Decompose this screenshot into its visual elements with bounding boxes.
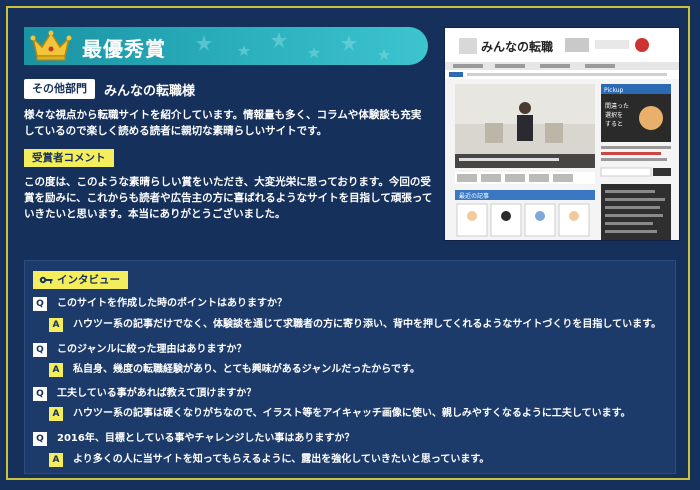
site-screenshot[interactable]: 最近の記事 Pickup 間違った 選択を すると みんなの転職 [444,27,680,241]
award-title: 最優秀賞 [82,37,166,61]
site-name: みんなの転職様 [104,84,196,99]
answer-3: A ハウツー系の記事は硬くなりがちなので、イラスト等をアイキャッチ画像に使い、親し… [49,406,631,423]
interview-badge: インタビュー [33,271,128,289]
q-mark: Q [33,297,47,311]
comment-badge: 受賞者コメント [24,149,114,167]
question-1: Q このサイトを作成した時のポイントはありますか？ [33,296,287,313]
star-decoration-icon [196,32,390,60]
question-4: Q 2016年、目標としている事やチャレンジしたい事はありますか？ [33,431,354,448]
answer-2: A 私自身、幾度の転職経験があり、とても興味があるジャンルだったからです。 [49,362,420,379]
interview-label: インタビュー [57,274,120,286]
a-mark: A [49,407,63,421]
question-3: Q 工夫している事があれば教えて頂けますか？ [33,386,256,403]
svg-text:すると: すると [605,121,623,128]
crown-icon [30,30,72,61]
category-badge: その他部門 [24,79,95,99]
winner-comment: この度は、このような素晴らしい賞をいただき、大変光栄に思っております。今回の受賞… [24,176,433,220]
recent-label: 最近の記事 [459,192,489,200]
svg-text:間違った: 間違った [605,102,629,110]
a-mark: A [49,363,63,377]
svg-text:選択を: 選択を [605,111,623,119]
q-mark: Q [33,432,47,446]
screenshot-graphic: 最近の記事 Pickup 間違った 選択を すると [445,28,679,240]
question-2: Q このジャンルに絞った理由はありますか？ [33,342,247,359]
key-icon [39,276,53,284]
answer-4: A より多くの人に当サイトを知ってもらえるように、露出を強化していきたいと思ってい… [49,452,489,469]
interview-section: インタビュー Q このサイトを作成した時のポイントはありますか？ A ハウツー系の記… [24,260,676,474]
a-mark: A [49,318,63,332]
q-mark: Q [33,387,47,401]
pickup-label: Pickup [604,87,624,94]
a-mark: A [49,453,63,467]
answer-1: A ハウツー系の記事だけでなく、体験談を通じて求職者の方に寄り添い、背中を押してく… [49,317,661,334]
site-description: 様々な視点から転職サイトを紹介しています。情報量も多く、コラムや体験談も充実して… [24,109,422,137]
q-mark: Q [33,343,47,357]
screenshot-logo: みんなの転職 [481,40,554,54]
